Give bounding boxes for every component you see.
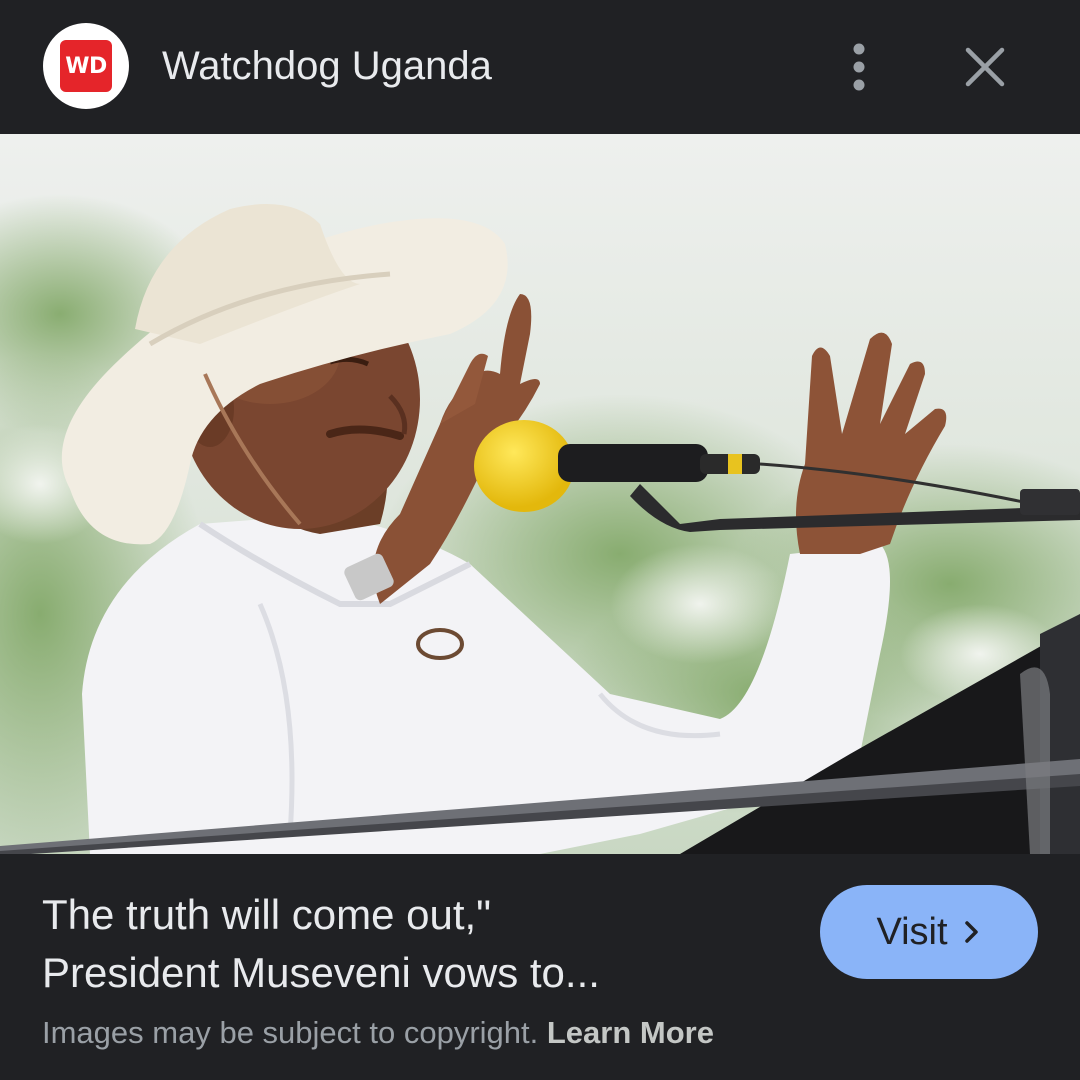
site-name[interactable]: Watchdog Uganda [162, 40, 492, 92]
more-vert-icon [853, 43, 865, 91]
visit-button[interactable]: Visit [820, 885, 1038, 979]
viewer-header: WD Watchdog Uganda [0, 0, 1080, 134]
learn-more-link[interactable]: Learn More [547, 1015, 714, 1050]
chevron-right-icon [964, 921, 978, 943]
copyright-text: Images may be subject to copyright. [42, 1015, 539, 1050]
close-icon [965, 47, 1005, 87]
image-caption[interactable]: The truth will come out," President Muse… [42, 886, 782, 1002]
site-logo-mark: WD [60, 40, 112, 92]
caption-line-2: President Museveni vows to... [42, 949, 600, 996]
more-options-button[interactable] [830, 38, 888, 96]
caption-line-1: The truth will come out," [42, 891, 492, 938]
copyright-notice: Images may be subject to copyright. Lear… [42, 1012, 714, 1054]
close-button[interactable] [956, 38, 1014, 96]
visit-button-label: Visit [876, 910, 948, 953]
photo-illustration [0, 134, 1080, 854]
news-photo[interactable] [0, 134, 1080, 854]
site-logo[interactable]: WD [43, 23, 129, 109]
image-viewer: WD Watchdog Uganda The truth will come o… [0, 0, 1080, 1080]
